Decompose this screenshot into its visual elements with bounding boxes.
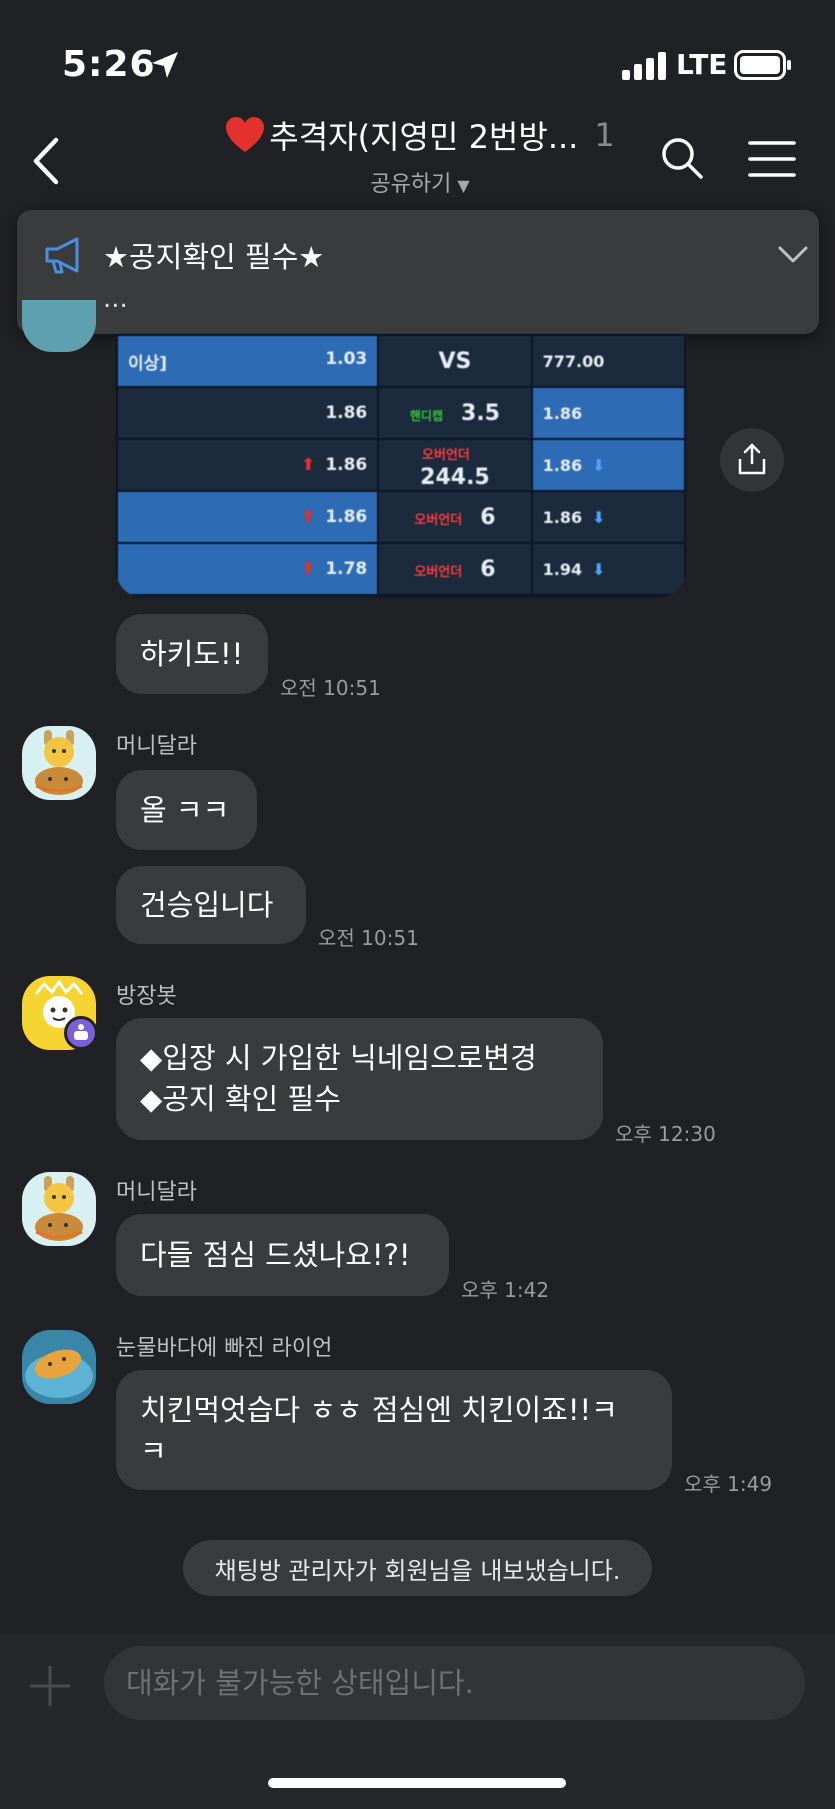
heart-icon [226,117,265,152]
arrow-down-icon: ⬇ [592,559,606,579]
table-cell: 오버언더244.5 [377,438,533,492]
sender-name: 눈물바다에 빠진 라이언 [116,1336,333,1361]
share-label: 공유하기 [370,172,452,197]
network-type: LTE [676,48,728,81]
arrow-down-icon: ⬇ [592,455,606,475]
message-bubble[interactable]: 다들 점심 드셨나요!?! [116,1214,449,1296]
table-cell: 1.94 ⬇ [530,542,686,596]
home-indicator[interactable] [268,1778,566,1788]
message-input[interactable] [104,1646,805,1720]
input-bar [0,1634,835,1809]
status-bar: 5:26 LTE [0,0,835,100]
message-text: 건승입니다 [140,887,274,922]
message-time: 오후 1:49 [684,1472,773,1496]
table-row: 이상] 1.03 VS 777.00 [116,334,686,388]
sender-name: 머니달라 [116,734,197,759]
image-message[interactable]: 이상] 1.03 VS 777.00 1.86 핸디캡 3.5 1.86 ⬆ 1.86… [116,334,686,598]
table-cell: 오버언더 6 [377,542,533,596]
lion-character-icon [25,1349,93,1398]
message-text: 올 ㅋㅋ [140,792,230,827]
table-cell: 777.00 [530,334,686,388]
avatar[interactable] [22,1330,96,1404]
search-icon[interactable] [660,136,704,180]
sender-name: 머니달라 [116,1180,197,1205]
message-time: 오후 1:42 [461,1278,550,1302]
notice-banner[interactable]: ★공지확인 필수★ ... [17,210,819,334]
table-cell: VS [377,334,533,388]
megaphone-icon [45,237,79,274]
room-title-block[interactable]: 추격자(지영민 2번방... 1 공유하기 ▼ [220,112,620,202]
message-text: 다들 점심 드셨나요!?! [140,1237,411,1272]
arrow-up-icon: ⬆ [301,559,316,579]
arrow-down-icon: ⬇ [592,507,606,527]
bear-character-icon [35,1176,83,1241]
message-text: 하키도!! [140,636,244,671]
avatar[interactable] [22,300,96,352]
room-title: 추격자(지영민 2번방... 1 [220,112,620,158]
message-bubble[interactable]: 하키도!! [116,614,268,694]
table-cell: 오버언더 6 [377,490,533,544]
table-cell: ⬆ 1.78 [116,542,380,596]
avatar[interactable] [22,726,96,800]
signal-icon [622,52,666,80]
plus-icon[interactable] [28,1664,72,1708]
menu-icon[interactable] [748,140,796,178]
table-cell: ⬆ 1.86 [116,438,380,492]
table-cell: ⬆ 1.86 [116,490,380,544]
share-dropdown[interactable]: 공유하기 ▼ [220,166,620,198]
caret-down-icon: ▼ [457,176,470,195]
message-bubble[interactable]: 올 ㅋㅋ [116,770,257,850]
message-text: ㅋ [140,1433,167,1468]
message-time: 오전 10:51 [280,676,381,700]
message-time: 오전 10:51 [318,926,419,950]
share-icon [738,443,766,475]
table-cell: 이상] 1.03 [116,334,380,388]
sender-name: 방장봇 [116,984,177,1009]
table-cell: 1.86 [530,386,686,440]
status-time: 5:26 [62,44,156,85]
message-bubble[interactable]: 치킨먹엇습다 ㅎㅎ 점심엔 치킨이죠!!ㅋ ㅋ [116,1370,672,1490]
message-text: 치킨먹엇습다 ㅎㅎ 점심엔 치킨이죠!!ㅋ [140,1393,618,1427]
notice-title: ★공지확인 필수★ [103,240,325,274]
message-text: ◆입장 시 가입한 닉네임으로변경 [140,1041,537,1075]
bot-badge-icon [64,1016,98,1050]
member-count: 1 [594,116,615,154]
table-cell: 1.86 ⬇ [530,490,686,544]
table-row: 1.86 핸디캡 3.5 1.86 [116,386,686,440]
arrow-up-icon: ⬆ [301,455,316,475]
bear-character-icon [35,730,83,795]
avatar[interactable] [22,1172,96,1246]
odds-table: 이상] 1.03 VS 777.00 1.86 핸디캡 3.5 1.86 ⬆ 1.86… [116,334,686,596]
share-image-button[interactable] [720,428,784,492]
message-bubble[interactable]: 건승입니다 [116,866,306,944]
table-cell: 핸디캡 3.5 [377,386,533,440]
back-icon[interactable] [28,136,68,186]
message-time: 오후 12:30 [615,1122,716,1146]
table-cell: 1.86 [116,386,380,440]
table-row: ⬆ 1.86 오버언더 6 1.86 ⬇ [116,490,686,544]
table-row: ⬆ 1.78 오버언더 6 1.94 ⬇ [116,542,686,596]
battery-icon [734,50,791,80]
system-message: 채팅방 관리자가 회원님을 내보냈습니다. [183,1540,652,1596]
table-cell: 1.86 ⬇ [530,438,686,492]
room-name: 추격자(지영민 2번방... [269,118,579,156]
table-row: ⬆ 1.86 오버언더244.5 1.86 ⬇ [116,438,686,492]
message-bubble[interactable]: ◆입장 시 가입한 닉네임으로변경 ◆공지 확인 필수 [116,1018,603,1140]
arrow-up-icon: ⬆ [301,507,316,527]
location-arrow-icon [152,52,178,78]
notice-preview: ... [103,284,128,314]
message-text: ◆공지 확인 필수 [140,1081,341,1116]
chevron-down-icon[interactable] [777,244,809,266]
chat-header: 추격자(지영민 2번방... 1 공유하기 ▼ [0,100,835,210]
